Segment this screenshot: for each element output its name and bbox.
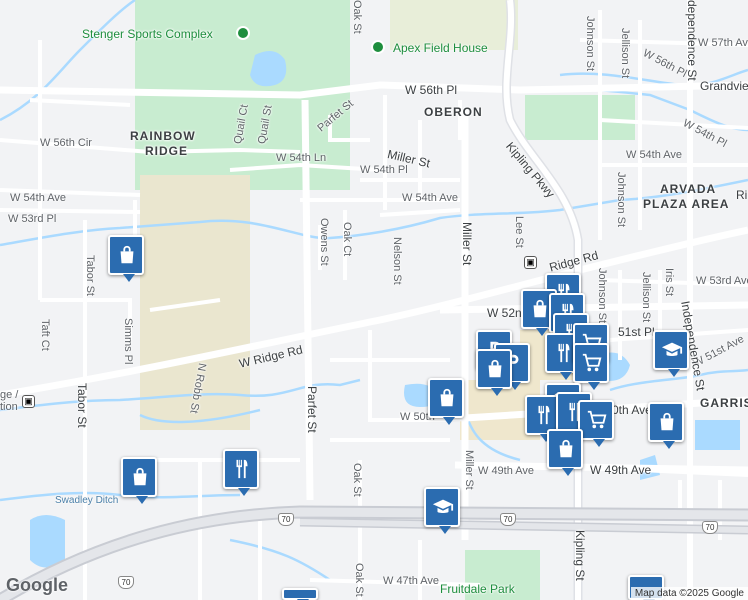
park-label-fruitdale: Fruitdale Park: [440, 582, 515, 596]
shopping-bag-icon: [120, 245, 134, 264]
map-canvas[interactable]: 70 70 70 70 ▣ ▣ OBERON RAINBOW RIDGE ARV…: [0, 0, 748, 600]
road-label-ri: Ri: [736, 188, 748, 202]
shopping-pin[interactable]: [547, 429, 583, 476]
road-label-nelson-st: Nelson St: [391, 237, 403, 285]
area-label-garrison: GARRIS: [700, 396, 748, 410]
transit-station-icon[interactable]: ▣: [524, 256, 537, 269]
area-label-ridge: RIDGE: [145, 144, 189, 158]
i70-shield-3: 70: [500, 513, 516, 526]
apex-poi-marker[interactable]: [371, 40, 385, 54]
road-label-miller-st-s: Miller St: [463, 450, 475, 490]
road-label-w53rd-ave: W 53rd Ave: [696, 275, 748, 287]
road-label-station-frag2: tion: [0, 401, 18, 413]
road-label-simms-pl: Simms Pl: [122, 318, 134, 365]
road-label-kipling-st: Kipling St: [573, 530, 587, 581]
road-label-w56th-pl: W 56th Pl: [405, 83, 458, 97]
road-label-oak-ct: Oak Ct: [341, 222, 353, 257]
road-label-w54th-ave: W 54th Ave: [402, 192, 459, 204]
stenger-poi-marker[interactable]: [236, 26, 250, 40]
road-label-taft-ct: Taft Ct: [39, 319, 51, 351]
water-label-swadley: Swadley Ditch: [55, 495, 119, 506]
school-pin[interactable]: [424, 487, 460, 534]
school-pin[interactable]: [653, 330, 689, 377]
park-area-east: [525, 95, 635, 140]
shopping-pin[interactable]: [121, 457, 157, 504]
road-label-parfet-st: Parfet St: [305, 386, 319, 433]
i70-shield-4: 70: [702, 521, 718, 534]
road-label-grandview: Grandvie: [700, 79, 748, 93]
shopping-bag-icon: [559, 439, 573, 458]
road-label-w52nd: W 52n: [487, 306, 522, 320]
i70-shield-2: 70: [278, 513, 294, 526]
shopping-pin[interactable]: [476, 349, 512, 396]
shopping-bag-icon: [660, 412, 674, 431]
road-label-independence: dependence St: [685, 0, 699, 81]
road-label-w54th-pl: W 54th Pl: [360, 164, 408, 176]
shopping-pin[interactable]: [428, 378, 464, 425]
road-label-owens-st: Owens St: [318, 218, 330, 266]
pin-bottom-edge[interactable]: [282, 588, 318, 600]
graduation-cap-icon: [661, 342, 683, 356]
road-label-w53rd-pl: W 53rd Pl: [8, 213, 57, 225]
area-label-rainbow: RAINBOW: [130, 129, 196, 143]
road-label-jellison-st: Jellison St: [619, 28, 631, 79]
i70-shield-1: 70: [118, 576, 134, 589]
road-label-tabor-st-s: Tabor St: [75, 383, 89, 428]
road-label-w47th-ave: W 47th Ave: [383, 575, 440, 587]
road-label-w51st-pl: 51st Pl: [618, 325, 655, 339]
grocery-cart-icon: [582, 353, 602, 372]
road-label-johnson-st-2: Johnson St: [615, 172, 627, 228]
road-label-jellison-st-2: Jellison St: [640, 272, 652, 323]
road-label-w54th-ln: W 54th Ln: [276, 152, 327, 164]
restaurant-icon: [236, 459, 248, 479]
road-label-w56th-cir: W 56th Cir: [40, 137, 92, 149]
road-label-johnson-st-3: Johnson St: [596, 268, 608, 324]
park-label-stenger: Stenger Sports Complex: [82, 27, 213, 41]
restaurant-pin[interactable]: [223, 449, 259, 496]
grocery-pin[interactable]: [573, 343, 609, 390]
road-label-w54th-ave-west: W 54th Ave: [10, 192, 67, 204]
road-label-oak-st-s2: Oak St: [353, 563, 365, 597]
road-label-w49th-ave: W 49th Ave: [478, 465, 535, 477]
shopping-pin[interactable]: [108, 235, 144, 282]
grocery-cart-icon: [587, 410, 607, 429]
area-label-plaza: PLAZA AREA: [643, 197, 730, 211]
area-label-oberon: OBERON: [424, 105, 483, 119]
google-logo: Google: [6, 575, 68, 595]
shopping-bag-icon: [133, 467, 147, 486]
road-label-w57th-ave: W 57th Ave: [698, 37, 748, 49]
restaurant-icon: [558, 343, 570, 363]
road-label-w50th-east: 0th Ave: [612, 403, 652, 417]
park-label-apex: Apex Field House: [393, 41, 488, 55]
map-attribution: Map data ©2025 Google: [630, 587, 748, 600]
road-label-w49th-ave-east: W 49th Ave: [590, 463, 652, 477]
road-label-oak-st-s: Oak St: [351, 463, 363, 497]
grocery-pin[interactable]: [578, 400, 614, 447]
road-label-station-frag: ge /: [0, 389, 19, 401]
road-label-lee-st: Lee St: [513, 216, 525, 248]
restaurant-icon: [538, 405, 550, 425]
road-label-miller-st-v: Miller St: [460, 222, 474, 266]
road-label-tabor-st: Tabor St: [84, 255, 96, 296]
road-label-w54th-ave-east: W 54th Ave: [626, 149, 683, 161]
shopping-bag-icon: [488, 359, 502, 378]
transit-station-icon-west[interactable]: ▣: [22, 395, 35, 408]
road-label-iris-st: Iris St: [663, 268, 675, 297]
road-label-oak-st: Oak St: [351, 0, 363, 34]
graduation-cap-icon: [432, 499, 454, 513]
shopping-pin[interactable]: [648, 402, 684, 449]
shopping-bag-icon: [533, 299, 547, 318]
area-label-arvada: ARVADA: [660, 182, 717, 196]
shopping-bag-icon: [440, 388, 454, 407]
road-label-johnson-st: Johnson St: [584, 16, 596, 72]
map-base: [0, 0, 748, 600]
